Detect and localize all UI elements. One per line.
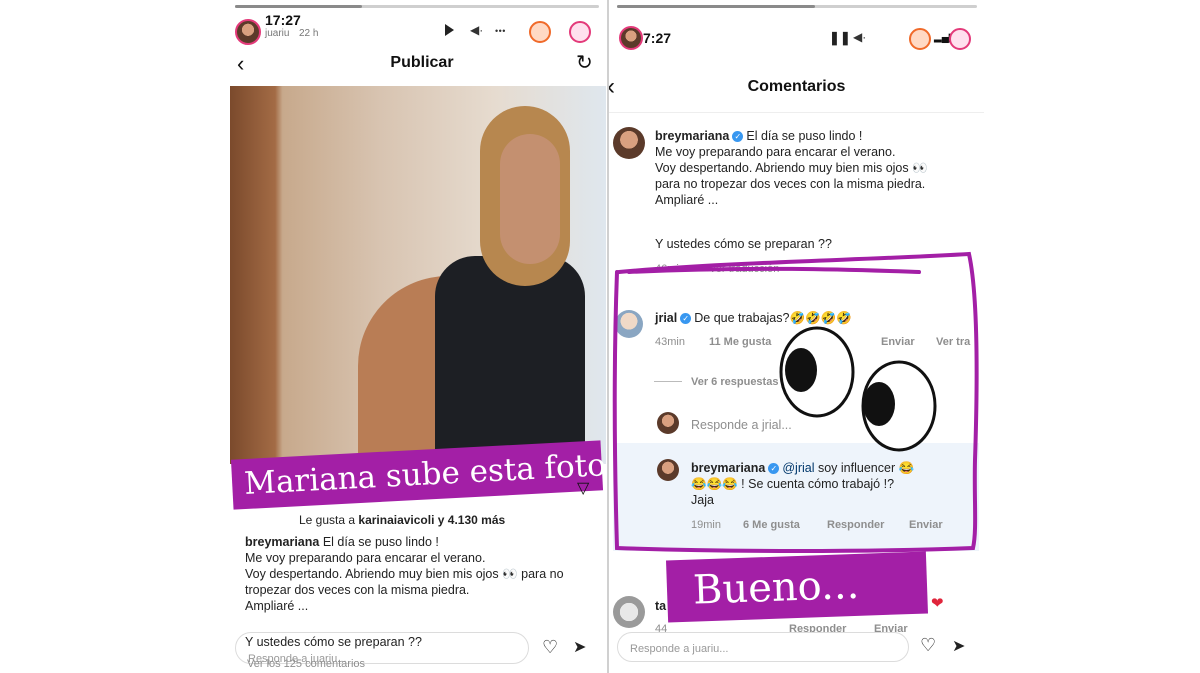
story-avatar[interactable] [235,19,261,45]
more-icon[interactable]: • • • [495,26,506,36]
header-title: Publicar [390,54,454,71]
story-share-icon[interactable] [569,21,591,43]
liked-by-user[interactable]: karinaiavicoli [358,513,434,527]
heart-icon[interactable]: ♡ [542,637,558,658]
story-age: 22 h [299,28,319,39]
liked-by-suffix: y 4.130 más [437,513,506,527]
bookmark-icon[interactable]: ▽ [577,478,589,498]
left-story-panel: 17:27 juariu 22 h ◀· • • • ‹ Publicar ↻ … [227,0,607,673]
caption: breymariana El día se puso lindo ! Me vo… [245,534,595,614]
eyes-icon [779,326,937,452]
highlight-underline [627,266,921,274]
story-progress-bar [235,5,599,8]
status-time: 17:27 [265,12,301,28]
caption-line-0: El día se puso lindo ! [322,535,439,549]
caption-line-4: Ampliaré ... [245,599,309,613]
caption-line-3: tropezar dos veces con la misma piedra. [245,583,470,597]
play-icon[interactable] [445,24,454,36]
caption-user[interactable]: breymariana [245,535,319,549]
volume-icon[interactable]: ◀· [470,23,483,37]
view-comments-link[interactable]: Ver los 125 comentarios [247,658,365,670]
right-story-panel: 7:27 ❚❚ ◀· ▂▄▆ ‹ Comentarios breymariana… [609,0,984,673]
liked-by: Le gusta a karinaiavicoli y 4.130 más [299,512,505,528]
post-photo[interactable] [230,86,606,464]
refresh-icon[interactable]: ↻ [576,50,593,75]
caption-line-2: Voy despertando. Abriendo muy bien mis o… [245,567,564,581]
right-banner: Bueno... [665,551,929,623]
liked-by-prefix: Le gusta a [299,513,356,527]
story-user[interactable]: juariu [265,28,289,39]
send-icon[interactable]: ➤ [573,637,586,657]
story-download-icon[interactable] [529,21,551,43]
caption-line-1: Me voy preparando para encarar el verano… [245,551,486,565]
